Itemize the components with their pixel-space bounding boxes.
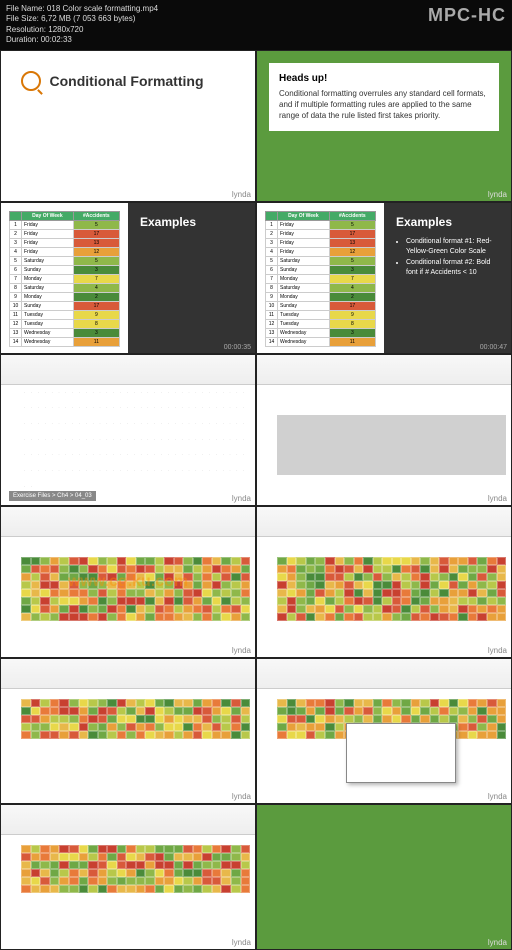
brand-text: lynda (488, 938, 507, 947)
brand-text: lynda (488, 494, 507, 503)
excel-ribbon (1, 805, 255, 835)
thumbnail-6[interactable]: lynda (257, 355, 511, 505)
thumbnail-3[interactable]: Day Of Week#Accidents 1Friday52Friday173… (1, 203, 255, 353)
resolution-label: Resolution: (6, 25, 46, 34)
excel-grid (1, 537, 255, 657)
brand-text: lynda (232, 494, 251, 503)
example-bullets-pane: Examples Conditional format #1: Red-Yell… (384, 203, 511, 353)
excel-grid: ········································… (1, 385, 255, 505)
excel-grid (257, 385, 511, 505)
excel-ribbon (257, 355, 511, 385)
slide-title: Conditional Formatting (50, 73, 204, 89)
brand-text: lynda (232, 646, 251, 655)
thumbnail-grid: Conditional Formatting lynda Heads up! C… (0, 50, 512, 950)
excel-ribbon (1, 507, 255, 537)
thumbnail-11[interactable]: lynda (1, 805, 255, 949)
brand-text: lynda (232, 938, 251, 947)
thumbnail-5[interactable]: ········································… (1, 355, 255, 505)
accidents-table: Day Of Week#Accidents 1Friday52Friday173… (9, 211, 120, 347)
brand-text: lynda (232, 792, 251, 801)
col-day: Day Of Week (22, 211, 74, 220)
thumbnail-2[interactable]: Heads up! Conditional formatting overrul… (257, 51, 511, 201)
excel-ribbon (257, 507, 511, 537)
excel-grid (257, 537, 511, 657)
file-info: File Name: 018 Color scale formatting.mp… (6, 4, 428, 46)
selection-area (277, 415, 506, 475)
resolution-value: 1280x720 (48, 25, 83, 34)
excel-grid (1, 835, 255, 949)
excel-grid (1, 689, 255, 803)
thumbnail-9[interactable]: lynda (1, 659, 255, 803)
bullet-list: Conditional format #1: Red-Yellow-Green … (396, 237, 499, 279)
example-table-pane: Day Of Week#Accidents 1Friday52Friday173… (257, 203, 384, 353)
example-table-pane: Day Of Week#Accidents 1Friday52Friday173… (1, 203, 128, 353)
thumbnail-1[interactable]: Conditional Formatting lynda (1, 51, 255, 201)
filename-value: 018 Color scale formatting.mp4 (47, 4, 158, 13)
thumbnail-8[interactable]: lynda (257, 507, 511, 657)
bullet-1: Conditional format #1: Red-Yellow-Green … (406, 237, 499, 258)
timestamp: 00:00:35 (224, 344, 251, 351)
col-accidents: #Accidents (329, 211, 375, 220)
player-header: File Name: 018 Color scale formatting.mp… (0, 0, 512, 50)
player-brand: MPC-HC (428, 4, 506, 46)
heads-up-heading: Heads up! (279, 73, 489, 84)
excel-ribbon (1, 659, 255, 689)
example-title-pane: Examples (128, 203, 255, 353)
brand-text: lynda (232, 190, 251, 199)
excel-ribbon (257, 659, 511, 689)
col-accidents: #Accidents (73, 211, 119, 220)
thumbnail-7[interactable]: www.cg.ku.com lynda (1, 507, 255, 657)
examples-title: Examples (140, 215, 243, 229)
brand-text: lynda (488, 792, 507, 801)
filesize-value: 6,72 MB (7 053 663 bytes) (41, 14, 135, 23)
filename-label: File Name: (6, 4, 45, 13)
col-day: Day Of Week (278, 211, 330, 220)
duration-value: 00:02:33 (41, 35, 72, 44)
duration-label: Duration: (6, 35, 38, 44)
heads-up-body: Conditional formatting overrules any sta… (279, 88, 489, 122)
bullet-2: Conditional format #2: Bold font if # Ac… (406, 258, 499, 279)
accidents-table: Day Of Week#Accidents 1Friday52Friday173… (265, 211, 376, 347)
filesize-label: File Size: (6, 14, 39, 23)
examples-title: Examples (396, 215, 499, 229)
heads-up-box: Heads up! Conditional formatting overrul… (269, 63, 499, 132)
breadcrumb: Exercise Files > Ch4 > 04_03 (9, 491, 96, 501)
brand-text: lynda (488, 190, 507, 199)
timestamp: 00:00:47 (480, 344, 507, 351)
thumbnail-4[interactable]: Day Of Week#Accidents 1Friday52Friday173… (257, 203, 511, 353)
thumbnail-10[interactable]: lynda (257, 659, 511, 803)
excel-grid (257, 689, 511, 803)
excel-ribbon (1, 355, 255, 385)
format-dialog (346, 723, 456, 783)
brand-text: lynda (488, 646, 507, 655)
thumbnail-12[interactable]: lynda (257, 805, 511, 949)
magnify-icon (21, 71, 41, 91)
